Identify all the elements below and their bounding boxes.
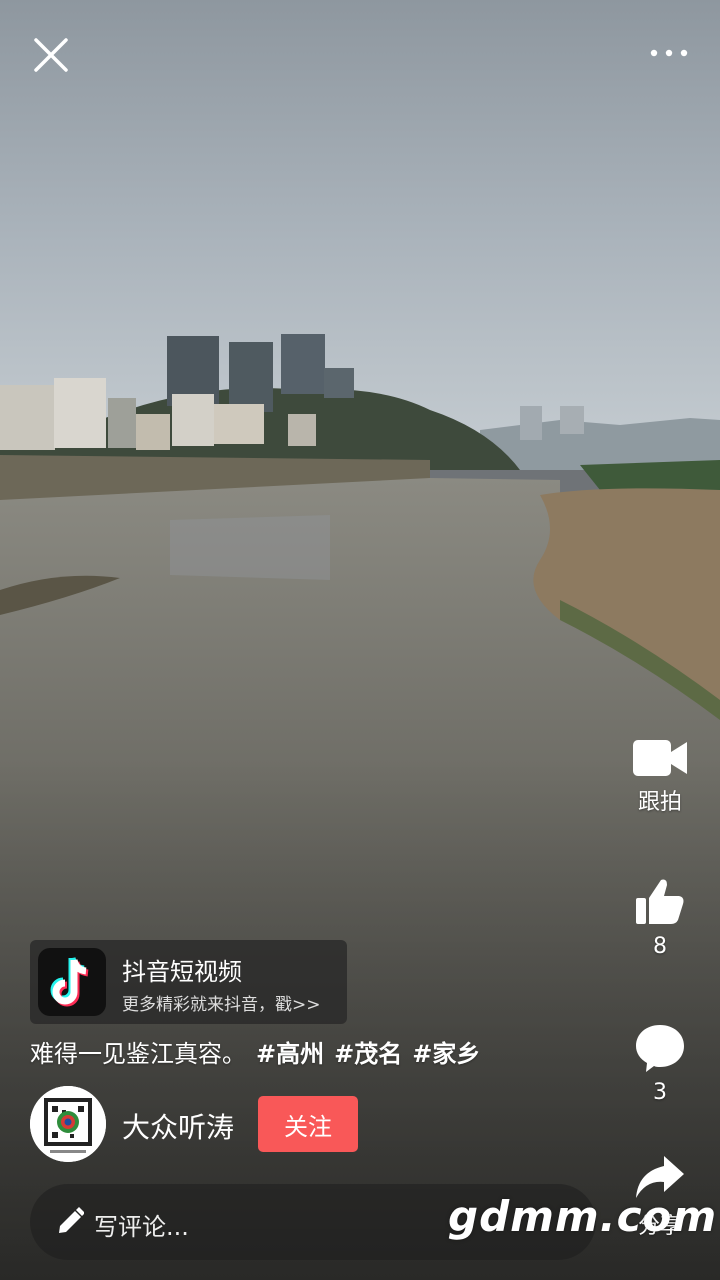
duet-label: 跟拍 xyxy=(637,790,682,815)
like-count: 8 xyxy=(653,934,667,959)
site-watermark: gdmm.com xyxy=(448,1192,718,1241)
close-button[interactable] xyxy=(28,32,74,78)
promo-title: 抖音短视频 xyxy=(122,958,242,986)
comment-button[interactable]: 3 xyxy=(600,1022,720,1105)
author-avatar[interactable] xyxy=(30,1086,106,1162)
top-bar xyxy=(0,0,720,110)
thumbs-up-icon xyxy=(636,879,684,924)
action-rail: 跟拍 8 3 分享 xyxy=(600,720,720,1260)
pencil-icon xyxy=(59,1207,84,1233)
promo-subtitle: 更多精彩就来抖音，戳>> xyxy=(122,995,321,1015)
comment-placeholder: 写评论... xyxy=(94,1213,189,1241)
comment-bubble-icon xyxy=(636,1025,684,1072)
douyin-logo xyxy=(38,948,106,1016)
hashtag-link[interactable]: #高州 xyxy=(256,1040,324,1068)
music-note-icon xyxy=(50,957,89,1007)
caption-text: 难得一见鉴江真容。 xyxy=(30,1040,246,1068)
comment-count: 3 xyxy=(653,1080,667,1105)
douyin-promo-card[interactable]: 抖音短视频 更多精彩就来抖音，戳>> xyxy=(30,940,347,1024)
duet-button[interactable]: 跟拍 xyxy=(600,738,720,816)
like-button[interactable]: 8 xyxy=(600,876,720,959)
more-button[interactable] xyxy=(646,40,692,66)
hashtag-link[interactable]: #茂名 xyxy=(334,1040,402,1068)
more-dots-icon xyxy=(650,49,688,57)
author-name[interactable]: 大众听涛 xyxy=(122,1106,234,1146)
close-icon xyxy=(34,38,68,72)
qr-code-avatar xyxy=(30,1086,106,1162)
hashtag-link[interactable]: #家乡 xyxy=(412,1040,480,1068)
video-caption: 难得一见鉴江真容。 #高州 #茂名 #家乡 xyxy=(30,1034,480,1069)
follow-button[interactable]: 关注 xyxy=(258,1096,358,1152)
video-camera-icon xyxy=(633,740,687,776)
author-row: 大众听涛 关注 xyxy=(30,1086,590,1162)
